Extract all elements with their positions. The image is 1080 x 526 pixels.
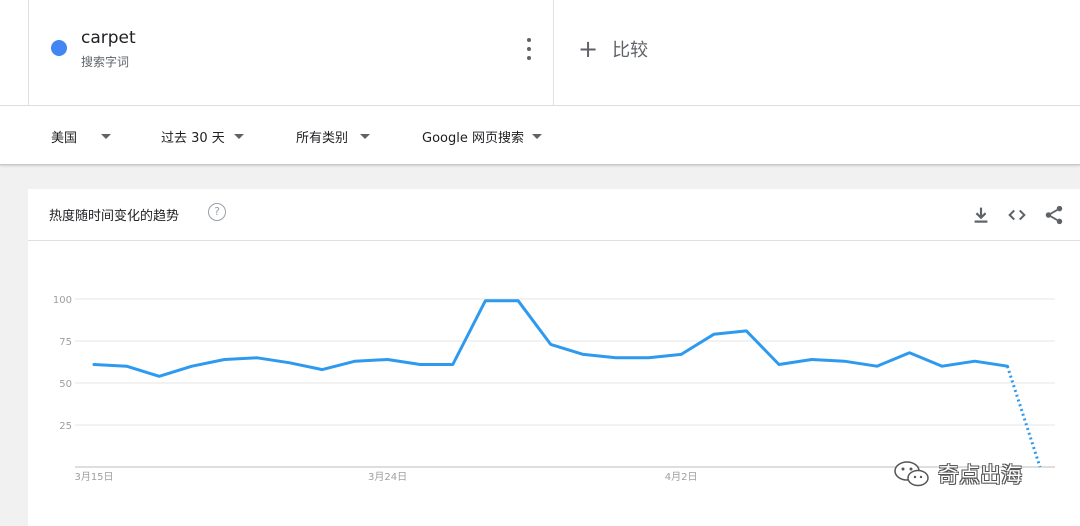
y-tick-label: 75 (59, 337, 72, 348)
compare-label: 比较 (612, 40, 649, 61)
series-color-dot (51, 40, 67, 56)
filter-bar: 美国 过去 30 天 所有类别 Google 网页搜索 (0, 106, 1080, 165)
watermark-text: 奇点出海 (938, 463, 1022, 487)
search-term-title: carpet (81, 28, 136, 48)
watermark: 奇点出海 (892, 459, 1022, 489)
more-vert-icon[interactable] (519, 38, 539, 60)
compare-button[interactable]: + 比较 (578, 36, 648, 62)
category-label: 所有类别 (296, 131, 349, 146)
y-tick-label: 25 (59, 421, 72, 432)
category-dropdown[interactable]: 所有类别 (296, 127, 371, 146)
region-label: 美国 (51, 131, 78, 146)
search-term-card[interactable]: carpet 搜索字词 (28, 0, 554, 106)
series-line-partial (1005, 365, 1042, 468)
search-term-type: 搜索字词 (81, 55, 130, 69)
series-line (92, 299, 1009, 378)
x-tick-label: 3月24日 (368, 471, 407, 483)
search-type-label: Google 网页搜索 (422, 131, 524, 146)
y-tick-label: 50 (59, 379, 72, 390)
time-range-dropdown[interactable]: 过去 30 天 (161, 127, 244, 146)
chevron-down-icon (360, 134, 371, 139)
time-range-label: 过去 30 天 (161, 131, 225, 146)
x-tick-label: 4月2日 (665, 471, 698, 483)
chevron-down-icon (101, 134, 112, 139)
chevron-down-icon (233, 134, 244, 139)
x-tick-label: 3月15日 (74, 471, 113, 483)
chevron-down-icon (531, 134, 542, 139)
region-dropdown[interactable]: 美国 (51, 127, 112, 146)
top-bar: carpet 搜索字词 + 比较 (0, 0, 1080, 106)
search-type-dropdown[interactable]: Google 网页搜索 (422, 127, 542, 146)
y-tick-label: 100 (53, 295, 72, 306)
wechat-icon (894, 461, 929, 487)
plus-icon: + (578, 35, 599, 63)
